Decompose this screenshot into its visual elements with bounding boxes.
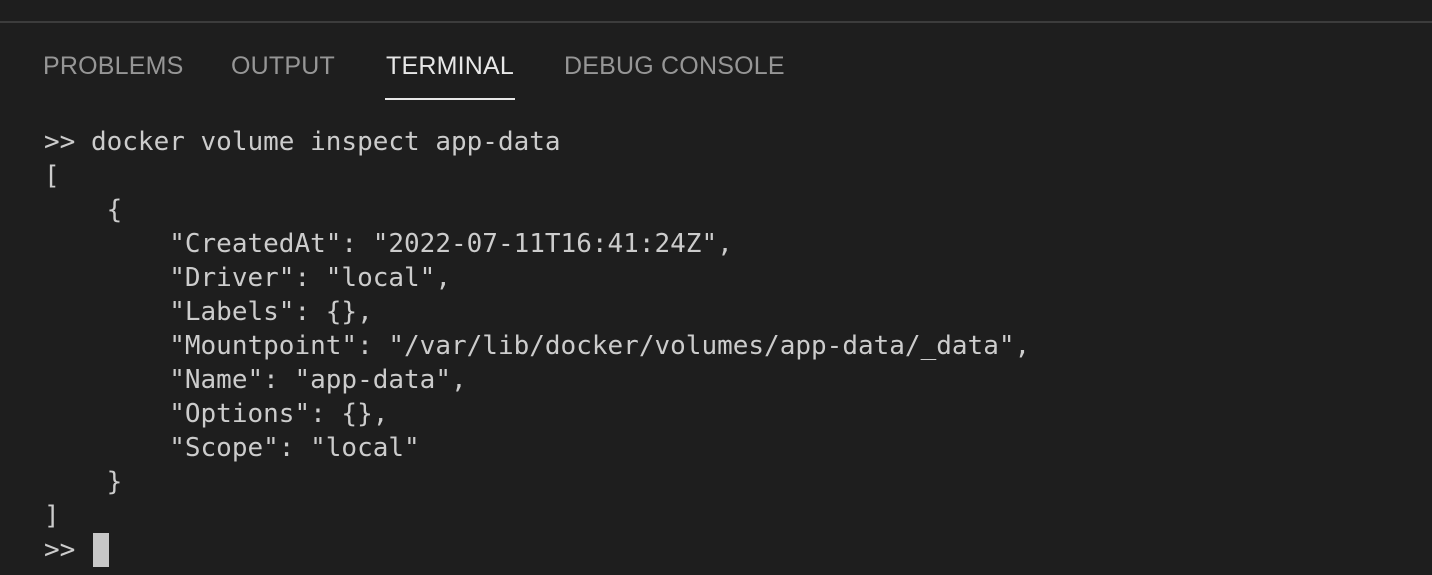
terminal-line: } [44, 467, 123, 497]
terminal-output[interactable]: >> docker volume inspect app-data [ { "C… [44, 125, 1414, 575]
terminal-line: { [44, 195, 123, 225]
terminal-line: "Scope": "local" [44, 433, 420, 463]
tab-output[interactable]: OUTPUT [231, 51, 335, 81]
terminal-line: >> docker volume inspect app-data [44, 127, 561, 157]
terminal-panel-window: PROBLEMS OUTPUT TERMINAL DEBUG CONSOLE >… [0, 0, 1432, 575]
terminal-prompt-line[interactable]: >> [44, 533, 1414, 567]
terminal-line: "Driver": "local", [44, 263, 451, 293]
terminal-cursor [93, 533, 110, 567]
tab-debug-console[interactable]: DEBUG CONSOLE [564, 51, 785, 81]
terminal-line: "Mountpoint": "/var/lib/docker/volumes/a… [44, 331, 1031, 361]
terminal-line: [ [44, 161, 60, 191]
terminal-line: ] [44, 501, 60, 531]
panel-tab-bar: PROBLEMS OUTPUT TERMINAL DEBUG CONSOLE [0, 23, 1432, 101]
tab-problems[interactable]: PROBLEMS [43, 51, 184, 81]
terminal-line: "Name": "app-data", [44, 365, 467, 395]
editor-area-edge [0, 0, 1432, 21]
terminal-line: "Options": {}, [44, 399, 389, 429]
terminal-line: "CreatedAt": "2022-07-11T16:41:24Z", [44, 229, 733, 259]
tab-terminal[interactable]: TERMINAL [386, 51, 514, 81]
terminal-prompt: >> [44, 535, 76, 565]
terminal-line: "Labels": {}, [44, 297, 373, 327]
active-tab-indicator [385, 98, 515, 100]
